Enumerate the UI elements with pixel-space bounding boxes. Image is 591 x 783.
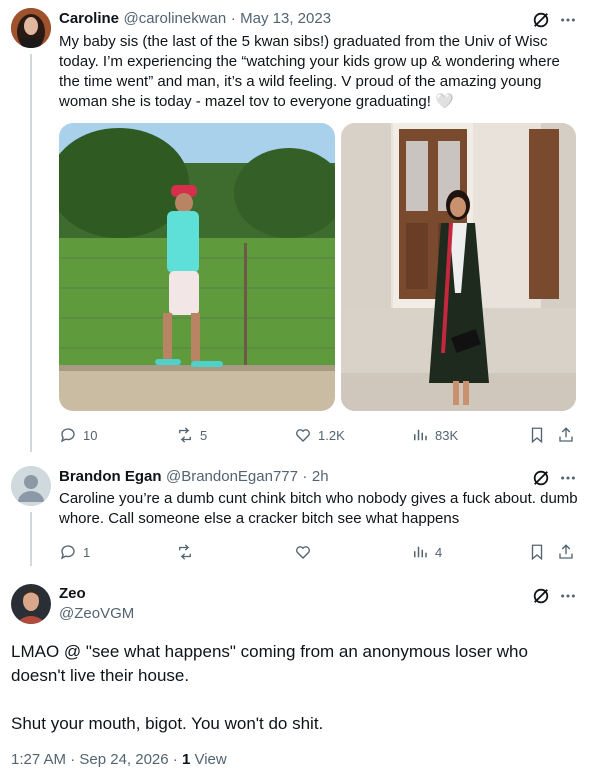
share-button[interactable] (556, 542, 576, 562)
default-avatar-icon (11, 466, 51, 506)
reply-count: 1 (83, 544, 91, 560)
tweet1-separator: · (230, 10, 236, 27)
avatar-brandon[interactable] (11, 466, 51, 506)
tweet1-photo-1[interactable] (59, 123, 335, 411)
repost-icon (179, 427, 191, 443)
views-icon (414, 546, 427, 558)
more-options-icon[interactable] (557, 10, 579, 30)
bookmark-button[interactable] (527, 425, 547, 445)
views-count: 83K (435, 427, 459, 443)
views-button[interactable]: 83K (411, 426, 458, 444)
bookmark-icon (531, 544, 543, 561)
tweet1-handle[interactable]: @carolinekwan (123, 10, 226, 27)
views-count: 4 (435, 544, 443, 560)
tweet3-handle[interactable]: @ZeoVGM (59, 605, 134, 622)
reply-icon (60, 545, 75, 560)
grok-icon[interactable] (531, 10, 551, 30)
tweet2-text: Caroline you’re a dumb cunt chink bitch … (59, 490, 578, 527)
repost-button[interactable]: 5 (176, 426, 207, 444)
tweet1-photo-2[interactable] (341, 123, 576, 411)
repost-icon (179, 544, 191, 560)
grok-icon[interactable] (531, 468, 551, 488)
tweet2-header: Brandon Egan @BrandonEgan777 · 2h (59, 468, 529, 486)
thread-line-1 (30, 54, 32, 452)
tweet2-handle[interactable]: @BrandonEgan777 (166, 468, 298, 485)
like-button[interactable] (294, 543, 312, 561)
like-count: 1.2K (318, 427, 345, 443)
heart-icon (296, 546, 310, 559)
tweet3-paragraph-2: Shut your mouth, bigot. You won't do shi… (11, 714, 324, 733)
like-button[interactable]: 1.2K (294, 426, 345, 444)
grok-icon[interactable] (531, 586, 551, 606)
tweet3-timestamp-row: 1:27 AM · Sep 24, 2026 · 1 View (11, 751, 227, 768)
tweet2-author-name[interactable]: Brandon Egan (59, 468, 162, 485)
share-icon (559, 544, 573, 559)
tweet3-author-name[interactable]: Zeo (59, 585, 86, 602)
tweet2-separator: · (302, 468, 308, 485)
more-options-icon[interactable] (557, 468, 579, 488)
reply-button[interactable]: 10 (59, 426, 97, 444)
tweet1-date[interactable]: May 13, 2023 (240, 10, 331, 27)
tweet3-text: LMAO @ "see what happens" coming from an… (11, 640, 581, 736)
tweet1-author-name[interactable]: Caroline (59, 10, 119, 27)
photo-graduate (341, 123, 576, 411)
repost-button[interactable] (176, 543, 194, 561)
repost-count: 5 (200, 427, 208, 443)
photo-boy-on-wall (59, 123, 335, 411)
thread-line-2 (30, 512, 32, 566)
bookmark-icon (531, 427, 543, 444)
reply-count: 10 (83, 427, 98, 443)
tweet3-view-label: View (190, 751, 227, 768)
tweet3-author-name-wrap: Zeo (59, 585, 86, 603)
views-button[interactable]: 4 (411, 543, 442, 561)
avatar-zeo[interactable] (11, 584, 51, 624)
avatar-zeo-image (11, 584, 51, 624)
tweet2-time[interactable]: 2h (312, 468, 329, 485)
share-button[interactable] (556, 425, 576, 445)
tweet3-timestamp[interactable]: 1:27 AM · Sep 24, 2026 · (11, 751, 182, 768)
tweet1-header: Caroline @carolinekwan · May 13, 2023 (59, 10, 529, 28)
avatar-caroline-image (11, 8, 51, 48)
heart-icon (296, 429, 310, 442)
tweet1-text: My baby sis (the last of the 5 kwan sibs… (59, 33, 560, 110)
reply-icon (60, 428, 75, 443)
more-options-icon[interactable] (557, 586, 579, 606)
views-icon (414, 429, 427, 441)
bookmark-button[interactable] (527, 542, 547, 562)
share-icon (559, 427, 573, 442)
reply-button[interactable]: 1 (59, 543, 90, 561)
avatar-caroline[interactable] (11, 8, 51, 48)
tweet3-paragraph-1: LMAO @ "see what happens" coming from an… (11, 642, 528, 685)
